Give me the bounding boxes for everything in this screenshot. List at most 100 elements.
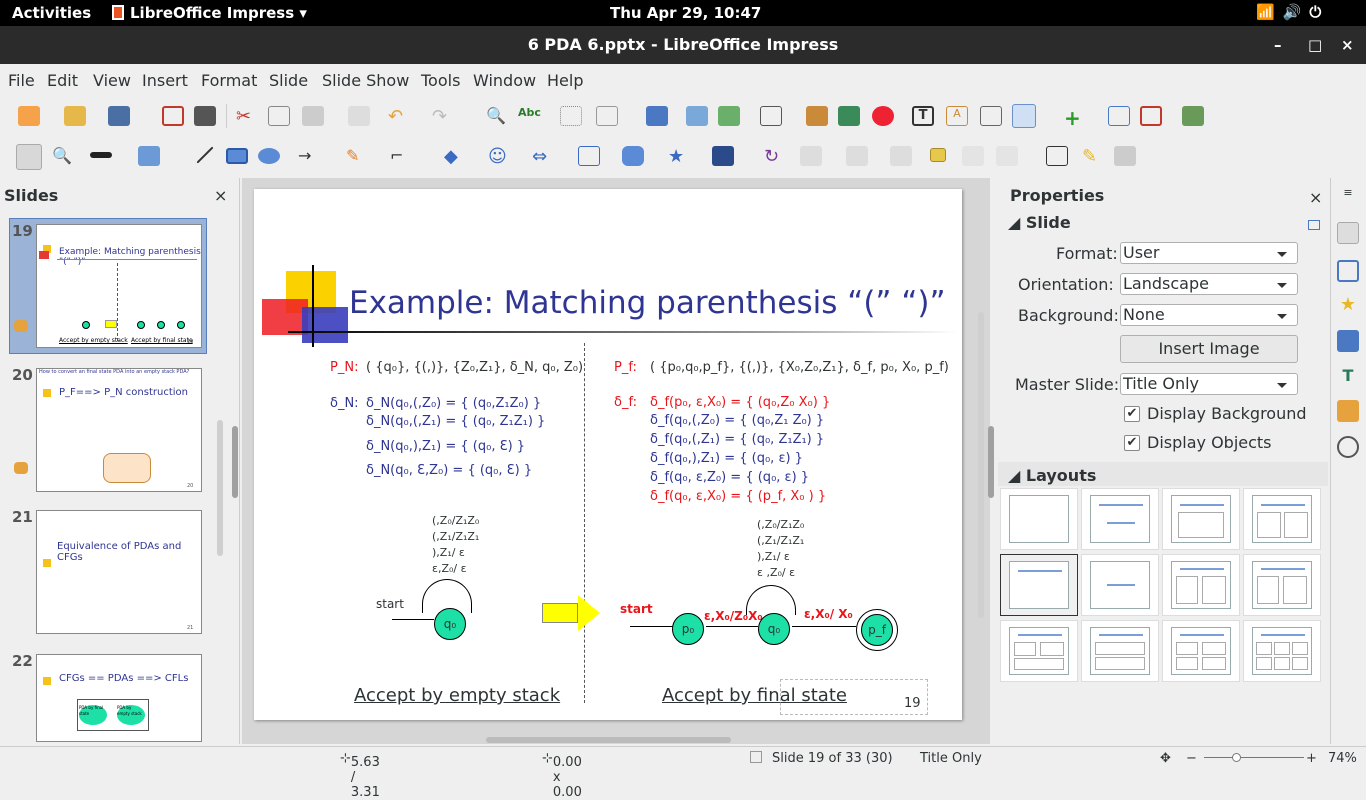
distribute-icon[interactable]	[890, 146, 912, 166]
3d-objects-icon[interactable]	[712, 146, 734, 166]
properties-close-icon[interactable]: ×	[1309, 188, 1322, 207]
new-slide-icon[interactable]: +	[1064, 106, 1086, 130]
chart-icon[interactable]	[872, 106, 894, 126]
slide-thumbnail-21[interactable]: Equivalence of PDAs and CFGs 21	[36, 510, 202, 634]
line-color-icon[interactable]	[90, 152, 112, 158]
menu-slide[interactable]: Slide	[269, 71, 308, 90]
animation-star-icon[interactable]: ★	[1337, 294, 1359, 316]
zoom-in-button[interactable]: +	[1306, 751, 1317, 766]
delete-slide-icon[interactable]	[1140, 106, 1162, 126]
clone-formatting-icon[interactable]	[348, 106, 370, 126]
properties-wrench-icon[interactable]	[1337, 222, 1359, 244]
arrange-icon[interactable]	[846, 146, 868, 166]
section-slide[interactable]: ◢ Slide	[1008, 213, 1071, 232]
slide-19[interactable]: Example: Matching parenthesis “(” “)” P_…	[254, 189, 962, 720]
slides-pane-splitter[interactable]	[232, 426, 238, 498]
format-select[interactable]: User	[1120, 242, 1298, 264]
callouts-icon[interactable]	[622, 146, 644, 166]
toggle-extrusion-icon[interactable]	[1114, 146, 1136, 166]
slides-pane-close-icon[interactable]: ×	[214, 186, 227, 205]
cut-icon[interactable]: ✂	[236, 106, 258, 127]
layout-title-content[interactable]	[1081, 488, 1159, 550]
layout-title-2-content[interactable]	[1243, 488, 1321, 550]
slide-thumbnail-20[interactable]: How to convert an final state PDA into a…	[36, 368, 202, 492]
block-arrows-icon[interactable]: ⇔	[532, 146, 554, 167]
symbol-shapes-icon[interactable]: ☺	[488, 146, 510, 167]
properties-splitter[interactable]	[988, 426, 994, 498]
menu-format[interactable]: Format	[201, 71, 257, 90]
open-folder-icon[interactable]	[64, 106, 86, 126]
media-icon[interactable]	[838, 106, 860, 126]
layout-title-4-content[interactable]	[1162, 620, 1240, 682]
layout-title-2-content-content[interactable]	[1162, 554, 1240, 616]
flowchart-icon[interactable]	[578, 146, 600, 166]
lines-arrows-icon[interactable]: →	[298, 146, 320, 166]
display-background-checkbox[interactable]: ✔	[1124, 406, 1140, 422]
layout-title-content-2-content[interactable]	[1243, 554, 1321, 616]
background-select[interactable]: None	[1120, 304, 1298, 326]
activities-button[interactable]: Activities	[12, 4, 91, 22]
slide-layout-icon[interactable]	[1182, 106, 1204, 126]
menu-file[interactable]: File	[8, 71, 35, 90]
slide-thumbnail-19[interactable]: Example: Matching parenthesis "(" ")" Ac…	[36, 224, 202, 348]
crop-icon[interactable]	[962, 146, 984, 166]
master-slide-icon[interactable]	[646, 106, 668, 126]
minimize-button[interactable]: –	[1274, 26, 1282, 64]
line-icon[interactable]	[196, 146, 214, 164]
more-options-icon[interactable]	[1308, 220, 1320, 230]
save-icon[interactable]	[108, 106, 130, 126]
zoom-level[interactable]: 74%	[1328, 751, 1357, 766]
master-slides-icon[interactable]	[1337, 330, 1359, 352]
close-window-button[interactable]: ×	[1341, 26, 1354, 64]
layout-title-content-over-content[interactable]	[1000, 620, 1078, 682]
insert-image-button[interactable]: Insert Image	[1120, 335, 1298, 363]
zoom-pan-icon[interactable]: 🔍	[52, 146, 74, 166]
spelling-icon[interactable]: Abc	[518, 106, 541, 126]
gallery-icon[interactable]	[1337, 400, 1359, 422]
fit-page-icon[interactable]: ✥	[1160, 751, 1171, 766]
connectors-icon[interactable]: ⌐	[390, 146, 412, 166]
start-first-slide-icon[interactable]	[686, 106, 708, 126]
find-replace-icon[interactable]: 🔍	[486, 106, 508, 126]
copy-icon[interactable]	[268, 106, 290, 126]
special-character-icon[interactable]	[980, 106, 1002, 126]
zoom-out-button[interactable]: −	[1186, 751, 1197, 766]
stars-icon[interactable]: ★	[668, 146, 690, 167]
navigator-icon[interactable]	[1337, 436, 1359, 458]
helplines-icon[interactable]	[1012, 104, 1036, 128]
rotate-icon[interactable]: ↻	[764, 146, 786, 167]
align-icon[interactable]	[800, 146, 822, 166]
sidebar-menu-icon[interactable]: ≡	[1337, 186, 1359, 208]
fill-color-icon[interactable]	[138, 146, 160, 166]
app-menu[interactable]: LibreOffice Impress ▾	[112, 4, 307, 22]
master-slide-select[interactable]: Title Only	[1120, 373, 1298, 395]
section-layouts[interactable]: ◢ Layouts	[1008, 466, 1096, 485]
layout-title-6-content[interactable]	[1243, 620, 1321, 682]
filter-icon[interactable]	[996, 146, 1018, 166]
layout-blank[interactable]	[1000, 488, 1078, 550]
export-pdf-icon[interactable]	[162, 106, 184, 126]
ellipse-icon[interactable]	[258, 148, 280, 164]
menu-edit[interactable]: Edit	[47, 71, 78, 90]
undo-icon[interactable]: ↶	[388, 106, 410, 127]
new-document-icon[interactable]	[18, 106, 40, 126]
maximize-button[interactable]: □	[1308, 26, 1322, 64]
styles-icon[interactable]: T	[1337, 366, 1359, 388]
display-objects-checkbox[interactable]: ✔	[1124, 435, 1140, 451]
image-icon[interactable]	[806, 106, 828, 126]
paste-icon[interactable]	[302, 106, 324, 126]
editor-horizontal-scrollbar[interactable]	[486, 737, 731, 743]
orientation-select[interactable]: Landscape	[1120, 273, 1298, 295]
glue-points-icon[interactable]: ✎	[1082, 146, 1104, 167]
slide-transition-icon[interactable]	[1337, 260, 1359, 282]
menu-insert[interactable]: Insert	[142, 71, 188, 90]
editor-vertical-scrollbar[interactable]	[978, 312, 984, 618]
document-modified-icon[interactable]	[750, 751, 762, 763]
print-icon[interactable]	[194, 106, 216, 126]
points-icon[interactable]	[1046, 146, 1068, 166]
layout-centered-text[interactable]	[1081, 554, 1159, 616]
redo-icon[interactable]: ↷	[432, 106, 454, 127]
slides-scrollbar-thumb[interactable]	[217, 420, 223, 556]
shadow-icon[interactable]	[930, 148, 946, 162]
menu-tools[interactable]: Tools	[421, 71, 460, 90]
